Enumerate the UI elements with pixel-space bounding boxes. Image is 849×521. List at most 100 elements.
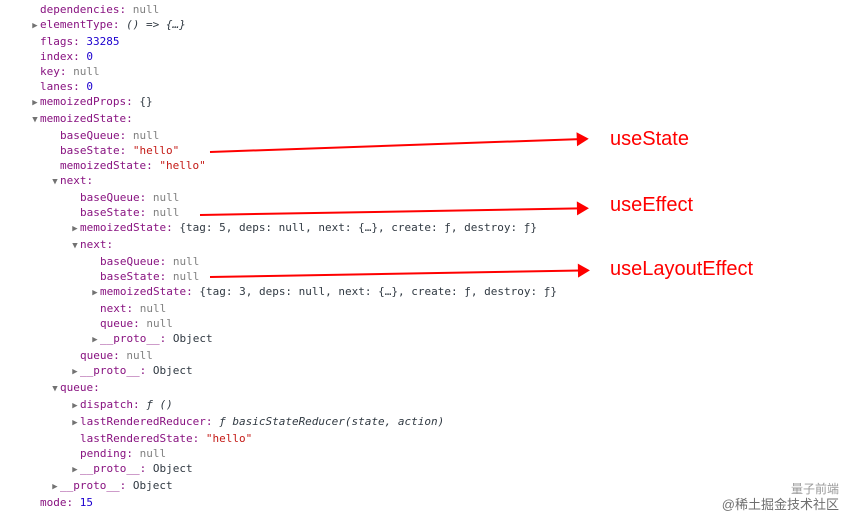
prop-key: queue bbox=[60, 381, 93, 394]
prop-pending: pending: null bbox=[0, 446, 849, 461]
prop-value: "hello" bbox=[133, 144, 179, 157]
watermark: 量子前端 @稀土掘金技术社区 bbox=[722, 481, 839, 513]
prop-proto-2[interactable]: ▶__proto__: Object bbox=[0, 363, 849, 380]
prop-queue-1[interactable]: ▼queue: bbox=[0, 380, 849, 397]
prop-next-1[interactable]: ▼next: bbox=[0, 173, 849, 190]
prop-value: "hello" bbox=[206, 432, 252, 445]
prop-lastRenderedState: lastRenderedState: "hello" bbox=[0, 431, 849, 446]
prop-value: ƒ basicStateReducer(state, action) bbox=[219, 415, 444, 428]
prop-value: Object bbox=[173, 332, 213, 345]
expand-icon[interactable]: ▶ bbox=[70, 416, 80, 431]
annotation-useState: useState bbox=[610, 132, 689, 147]
prop-dependencies: dependencies: null bbox=[0, 2, 849, 17]
prop-value: null bbox=[140, 302, 167, 315]
prop-key: next bbox=[100, 302, 127, 315]
expand-icon[interactable]: ▶ bbox=[30, 96, 40, 111]
prop-memoizedProps[interactable]: ▶memoizedProps: {} bbox=[0, 94, 849, 111]
prop-key: pending bbox=[80, 447, 126, 460]
expand-icon[interactable]: ▶ bbox=[90, 286, 100, 301]
collapse-icon[interactable]: ▼ bbox=[50, 175, 60, 190]
prop-value: null bbox=[173, 270, 200, 283]
prop-key: lastRenderedReducer bbox=[80, 415, 206, 428]
prop-key: __proto__ bbox=[60, 479, 120, 492]
prop-value: 0 bbox=[86, 80, 93, 93]
prop-value: Object bbox=[153, 364, 193, 377]
prop-key: mode bbox=[40, 496, 67, 509]
prop-value: null bbox=[133, 129, 160, 142]
prop-value: Object bbox=[133, 479, 173, 492]
prop-baseState-2: baseState: null bbox=[0, 205, 849, 220]
prop-dispatch[interactable]: ▶dispatch: ƒ () bbox=[0, 397, 849, 414]
prop-key: lastRenderedState bbox=[80, 432, 193, 445]
prop-flags: flags: 33285 bbox=[0, 34, 849, 49]
prop-memoizedState-inner-1: memoizedState: "hello" bbox=[0, 158, 849, 173]
prop-value: 15 bbox=[80, 496, 93, 509]
prop-key: dependencies bbox=[40, 3, 119, 16]
prop-lastRenderedReducer[interactable]: ▶lastRenderedReducer: ƒ basicStateReduce… bbox=[0, 414, 849, 431]
prop-value: null bbox=[153, 206, 180, 219]
prop-value: null bbox=[126, 349, 153, 362]
prop-memoizedState-obj5[interactable]: ▶memoizedState: {tag: 5, deps: null, nex… bbox=[0, 220, 849, 237]
watermark-line2: @稀土掘金技术社区 bbox=[722, 497, 839, 513]
prop-key: elementType bbox=[40, 18, 113, 31]
prop-key: key: null bbox=[0, 64, 849, 79]
prop-value: Object bbox=[153, 462, 193, 475]
prop-key: baseState bbox=[60, 144, 120, 157]
prop-elementType[interactable]: ▶elementType: () => {…} bbox=[0, 17, 849, 34]
prop-key: next bbox=[60, 174, 87, 187]
collapse-icon[interactable]: ▼ bbox=[70, 239, 80, 254]
expand-icon[interactable]: ▶ bbox=[50, 480, 60, 495]
prop-value: {tag: 3, deps: null, next: {…}, create: … bbox=[199, 285, 557, 298]
prop-key: __proto__ bbox=[80, 462, 140, 475]
prop-key: memoizedState bbox=[60, 159, 146, 172]
prop-key: memoizedState bbox=[100, 285, 186, 298]
prop-key: memoizedProps bbox=[40, 95, 126, 108]
collapse-icon[interactable]: ▼ bbox=[30, 113, 40, 128]
prop-key: memoizedState bbox=[40, 112, 126, 125]
prop-value: null bbox=[73, 65, 100, 78]
prop-proto-queue[interactable]: ▶__proto__: Object bbox=[0, 461, 849, 478]
prop-key: __proto__ bbox=[100, 332, 160, 345]
prop-value: null bbox=[140, 447, 167, 460]
prop-value: {} bbox=[139, 95, 152, 108]
watermark-line1: 量子前端 bbox=[722, 481, 839, 497]
prop-value: null bbox=[146, 317, 173, 330]
prop-key: index bbox=[40, 50, 73, 63]
prop-proto-3[interactable]: ▶__proto__: Object bbox=[0, 331, 849, 348]
prop-key: memoizedState bbox=[80, 221, 166, 234]
prop-key: lanes bbox=[40, 80, 73, 93]
expand-icon[interactable]: ▶ bbox=[90, 333, 100, 348]
annotation-useLayoutEffect: useLayoutEffect bbox=[610, 262, 753, 277]
annotation-useEffect: useEffect bbox=[610, 198, 693, 213]
prop-memoizedState-obj3[interactable]: ▶memoizedState: {tag: 3, deps: null, nex… bbox=[0, 284, 849, 301]
prop-lanes: lanes: 0 bbox=[0, 79, 849, 94]
expand-icon[interactable]: ▶ bbox=[70, 222, 80, 237]
prop-value: null bbox=[173, 255, 200, 268]
prop-next-3: next: null bbox=[0, 301, 849, 316]
prop-key: __proto__ bbox=[80, 364, 140, 377]
object-tree: dependencies: null ▶elementType: () => {… bbox=[0, 2, 849, 510]
prop-baseQueue: baseQueue: null bbox=[0, 128, 849, 143]
prop-key: baseQueue bbox=[100, 255, 160, 268]
expand-icon[interactable]: ▶ bbox=[70, 463, 80, 478]
collapse-icon[interactable]: ▼ bbox=[50, 382, 60, 397]
prop-queue-3: queue: null bbox=[0, 316, 849, 331]
prop-key: queue bbox=[80, 349, 113, 362]
prop-value: ƒ () bbox=[146, 398, 173, 411]
prop-key: next bbox=[80, 238, 107, 251]
prop-key: key bbox=[40, 65, 60, 78]
expand-icon[interactable]: ▶ bbox=[70, 399, 80, 414]
prop-next-2[interactable]: ▼next: bbox=[0, 237, 849, 254]
prop-key: baseQueue bbox=[60, 129, 120, 142]
prop-queue-2: queue: null bbox=[0, 348, 849, 363]
expand-icon[interactable]: ▶ bbox=[70, 365, 80, 380]
prop-key: flags bbox=[40, 35, 73, 48]
prop-key: baseQueue bbox=[80, 191, 140, 204]
prop-key: baseState bbox=[80, 206, 140, 219]
prop-value: 33285 bbox=[86, 35, 119, 48]
prop-value: {tag: 5, deps: null, next: {…}, create: … bbox=[179, 221, 537, 234]
prop-memoizedState[interactable]: ▼memoizedState: bbox=[0, 111, 849, 128]
expand-icon[interactable]: ▶ bbox=[30, 19, 40, 34]
prop-key: dispatch bbox=[80, 398, 133, 411]
prop-value: 0 bbox=[86, 50, 93, 63]
